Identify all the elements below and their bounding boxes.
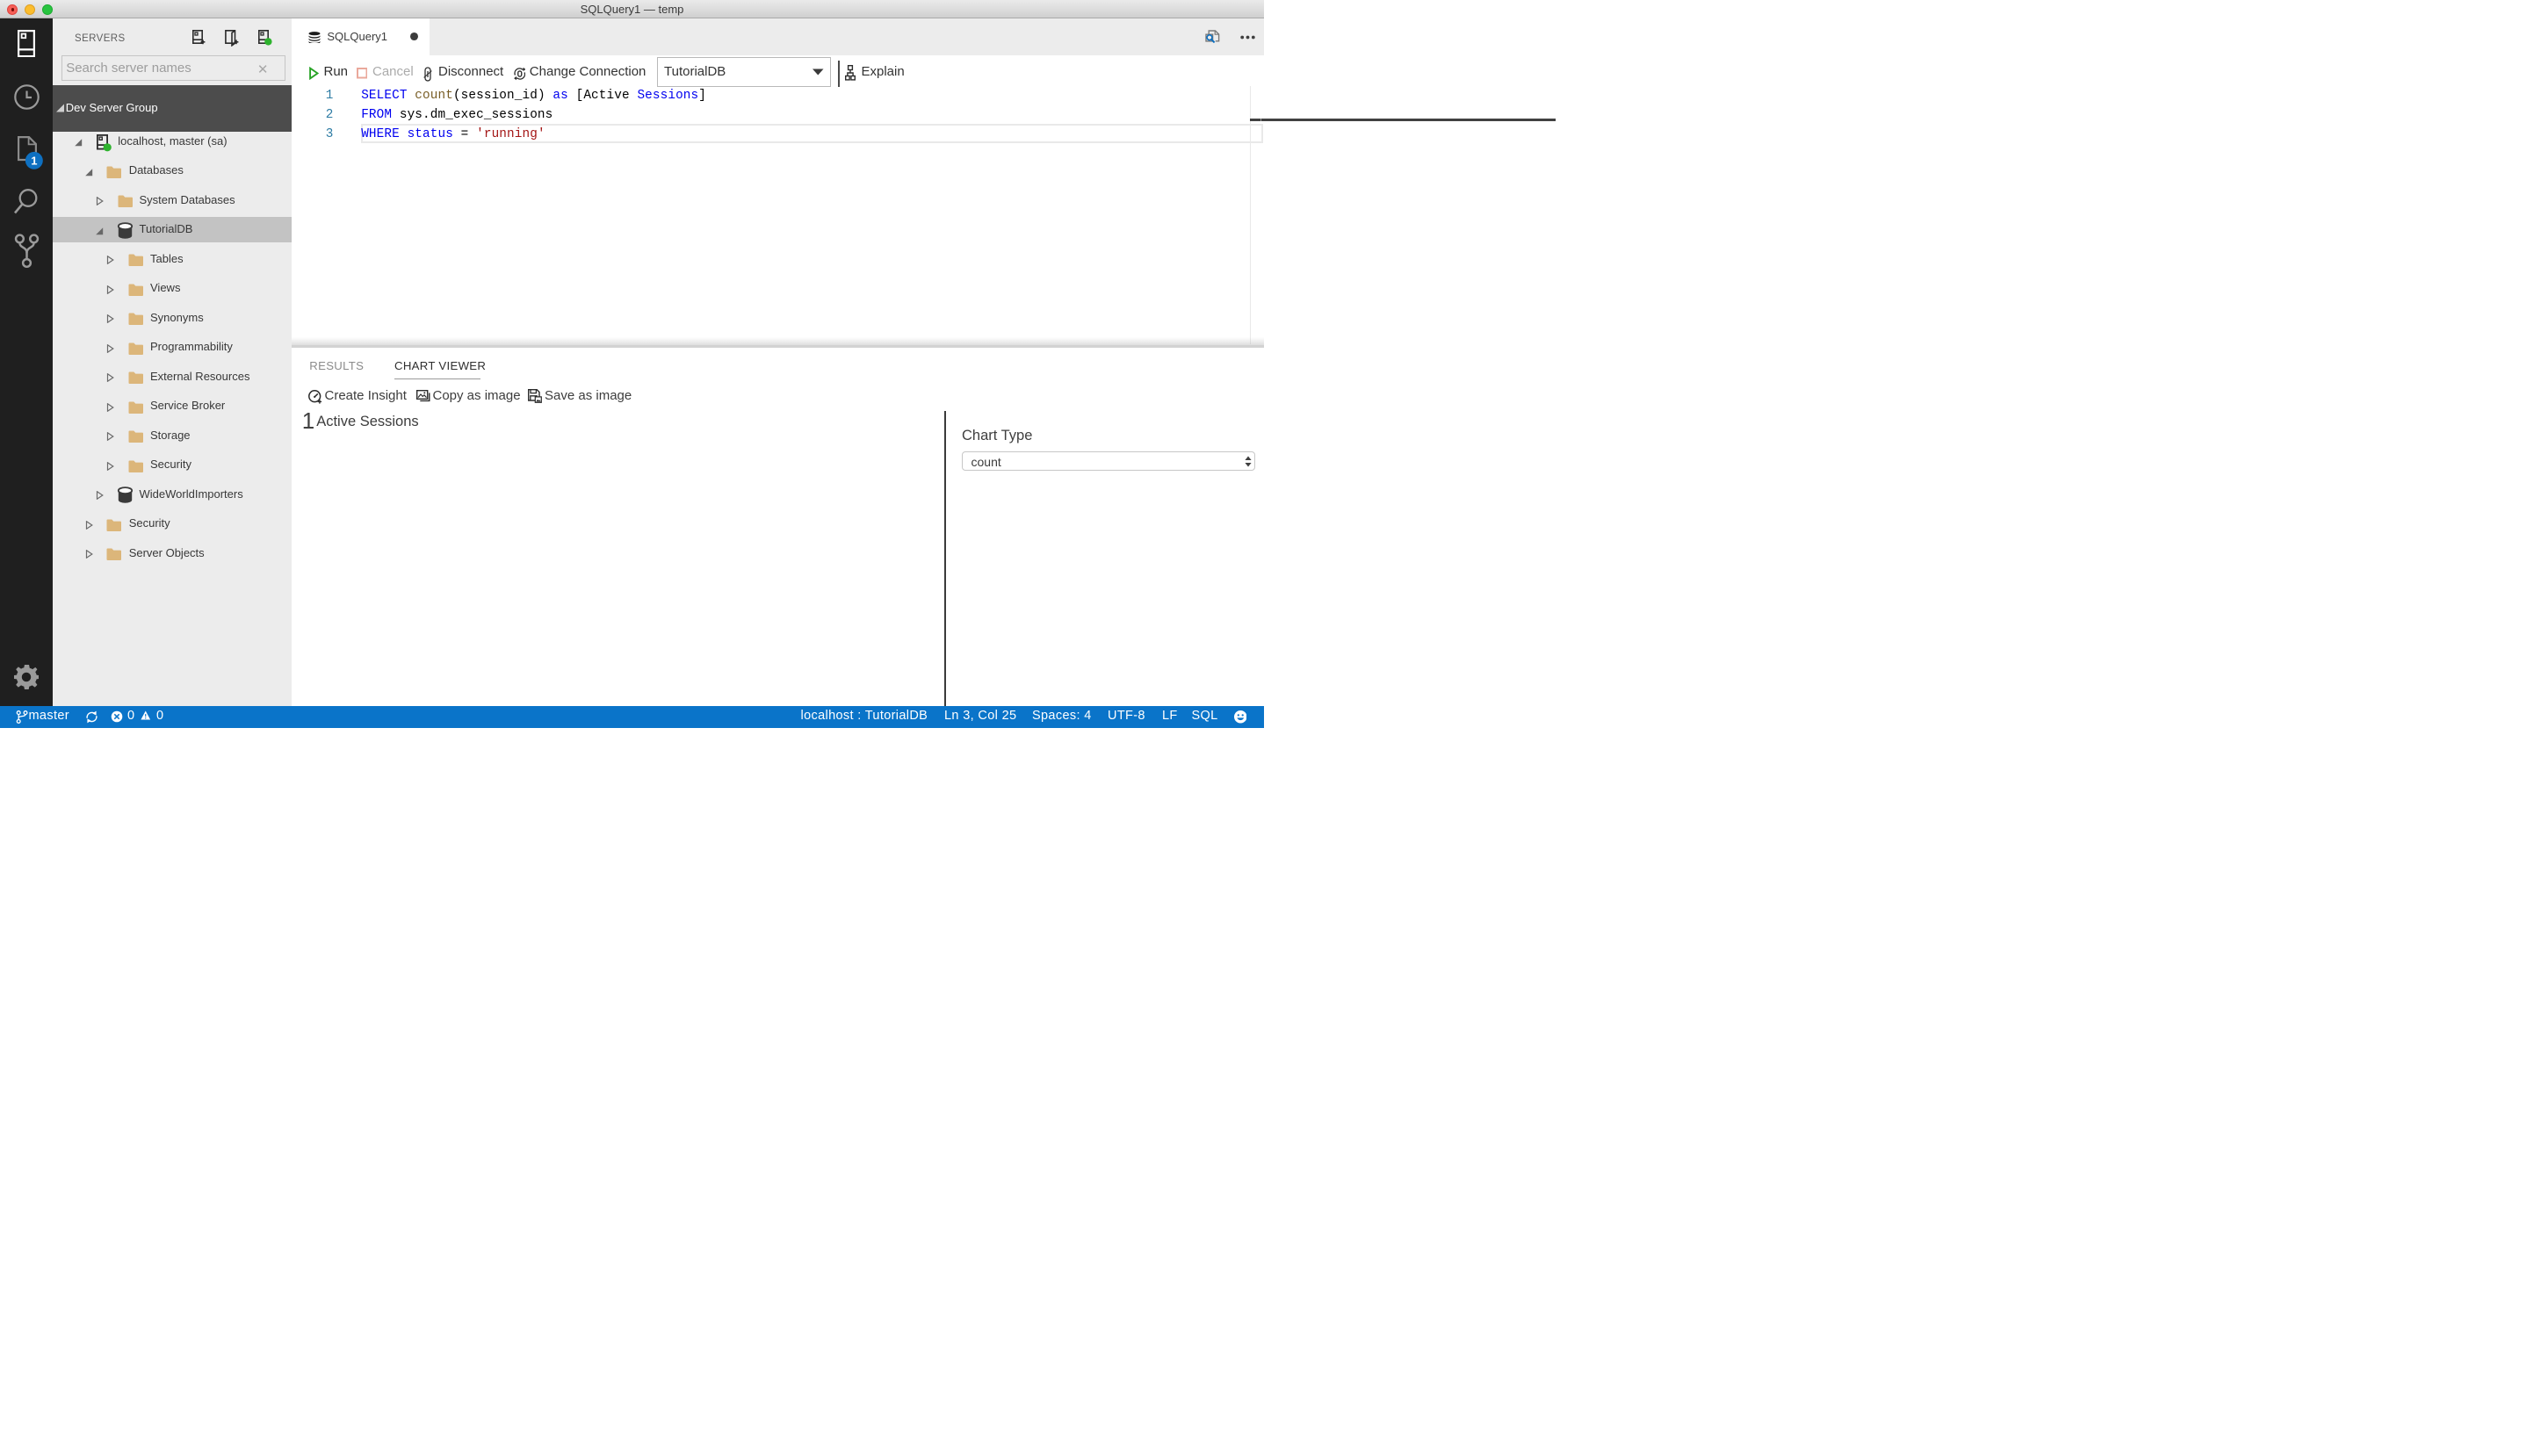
svg-text:1: 1: [31, 154, 37, 167]
